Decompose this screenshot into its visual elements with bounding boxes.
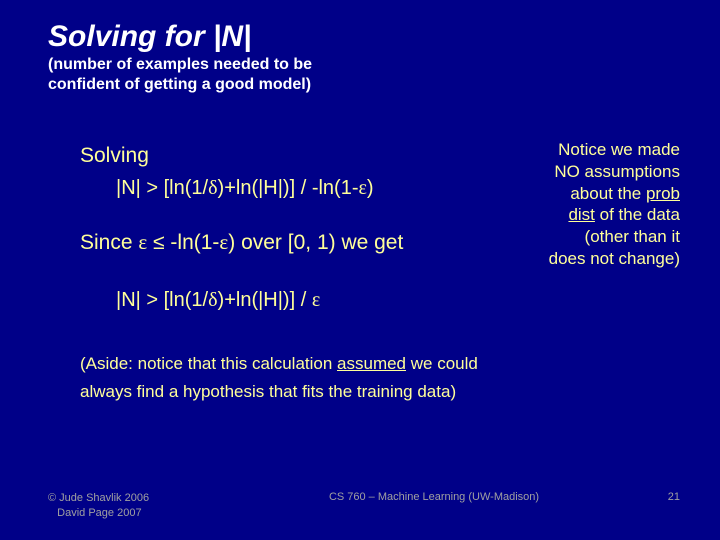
footer-course: CS 760 – Machine Learning (UW-Madison)	[248, 491, 620, 503]
aside-line2: always find a hypothesis that fits the t…	[80, 378, 680, 407]
eq2-mid: )+ln(|H|)] /	[218, 289, 312, 311]
page-number: 21	[620, 491, 680, 503]
equation-2: |N| > [ln(1/δ)+ln(|H|)] / ε	[48, 286, 680, 314]
eq2-pre: |N| > [ln(1/	[116, 289, 208, 311]
slide: Solving for |N| (number of examples need…	[0, 0, 720, 540]
epsilon-symbol: ε	[219, 230, 228, 254]
slide-title: Solving for |N|	[48, 20, 680, 53]
notice-line3: about the prob	[514, 183, 680, 205]
slide-body: Solving |N| > [ln(1/δ)+ln(|H|)] / -ln(1-…	[48, 141, 680, 407]
epsilon-symbol: ε	[138, 230, 147, 254]
copyright-line2: David Page 2007	[48, 507, 142, 519]
copyright-line1: © Jude Shavlik 2006	[48, 492, 149, 504]
delta-symbol: δ	[208, 289, 217, 311]
epsilon-symbol: ε	[312, 289, 320, 311]
derivation-column: Solving |N| > [ln(1/δ)+ln(|H|)] / -ln(1-…	[48, 141, 508, 258]
notice-line6: does not change)	[514, 248, 680, 270]
leq-symbol: ≤	[147, 231, 170, 254]
notice-line1: Notice we made	[514, 139, 680, 161]
since-mid: -ln(1-	[170, 231, 219, 254]
notice-line5: (other than it	[514, 226, 680, 248]
subtitle-line2: confident of getting a good model)	[48, 76, 311, 93]
notice-box: Notice we made NO assumptions about the …	[514, 139, 680, 270]
since-pre: Since	[80, 231, 138, 254]
epsilon-symbol: ε	[359, 177, 367, 199]
eq1-pre: |N| > [ln(1/	[116, 177, 208, 199]
notice-line4: dist of the data	[514, 204, 680, 226]
equation-1: |N| > [ln(1/δ)+ln(|H|)] / -ln(1-ε)	[80, 174, 508, 202]
notice-line2: NO assumptions	[514, 161, 680, 183]
top-row: Solving |N| > [ln(1/δ)+ln(|H|)] / -ln(1-…	[48, 141, 680, 270]
slide-subtitle: (number of examples needed to be confide…	[48, 55, 680, 95]
footer: © Jude Shavlik 2006 David Page 2007 CS 7…	[48, 491, 680, 520]
aside-note: (Aside: notice that this calculation ass…	[48, 350, 680, 408]
delta-symbol: δ	[208, 177, 217, 199]
solving-label: Solving	[80, 141, 508, 170]
eq1-post: )	[367, 177, 374, 199]
footer-copyright: © Jude Shavlik 2006 David Page 2007	[48, 491, 248, 520]
aside-line1: (Aside: notice that this calculation ass…	[80, 350, 680, 379]
since-post: ) over [0, 1) we get	[228, 231, 403, 254]
since-line: Since ε ≤ -ln(1-ε) over [0, 1) we get	[80, 228, 508, 257]
eq1-mid: )+ln(|H|)] / -ln(1-	[218, 177, 359, 199]
subtitle-line1: (number of examples needed to be	[48, 56, 312, 73]
